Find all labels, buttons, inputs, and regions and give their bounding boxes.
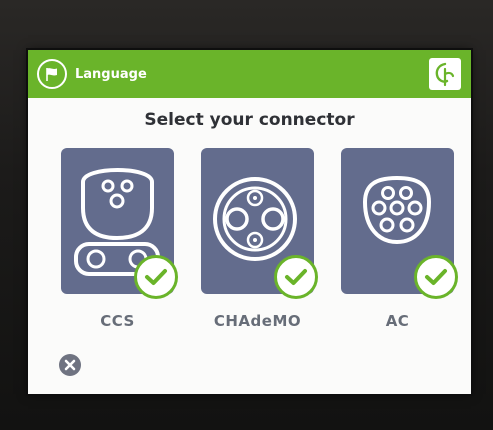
selected-check-icon — [274, 255, 318, 299]
leaf-logo-icon — [429, 58, 461, 90]
connector-card-ac[interactable] — [341, 148, 458, 299]
close-button[interactable] — [59, 354, 81, 376]
language-button[interactable]: Language — [37, 56, 147, 92]
language-label: Language — [75, 66, 147, 82]
page-title: Select your connector — [144, 110, 355, 130]
connector-label-ac: AC — [385, 312, 410, 330]
connector-card-ccs[interactable] — [61, 148, 178, 299]
selected-check-icon — [134, 255, 178, 299]
flag-icon — [37, 59, 67, 89]
connector-label-ccs: CCS — [100, 312, 135, 330]
selected-check-icon — [414, 255, 458, 299]
charger-screen: Language Select your connector CCS CHAde… — [28, 50, 471, 394]
close-icon — [64, 359, 76, 371]
connector-label-chademo: CHAdeMO — [213, 312, 302, 330]
connector-card-chademo[interactable] — [201, 148, 318, 299]
header-bar: Language — [28, 50, 471, 98]
